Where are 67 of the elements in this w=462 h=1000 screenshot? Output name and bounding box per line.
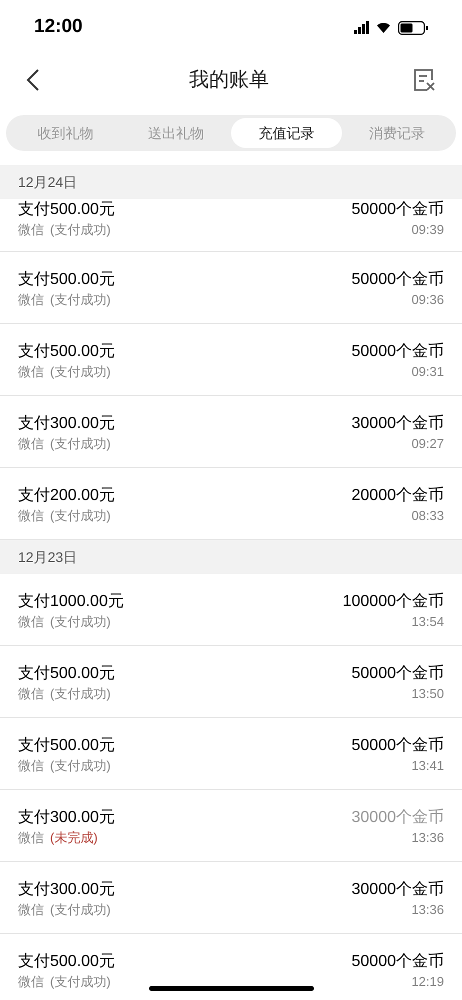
page-title: 我的账单: [189, 68, 269, 93]
payment-method: 微信: [18, 291, 44, 309]
date-header: 12月23日: [0, 540, 462, 574]
payment-amount: 支付200.00元: [18, 486, 115, 506]
payment-status: (支付成功): [50, 363, 111, 381]
coin-amount: 30000个金币: [352, 880, 444, 900]
payment-status: (支付成功): [50, 507, 111, 525]
payment-status: (支付成功): [50, 291, 111, 309]
payment-amount: 支付300.00元: [18, 414, 115, 434]
record-time: 13:36: [411, 901, 444, 919]
payment-method: 微信: [18, 507, 44, 525]
tab[interactable]: 消费记录: [342, 118, 452, 148]
record-time: 12:19: [411, 973, 444, 991]
payment-amount: 支付300.00元: [18, 880, 115, 900]
signal-icon: [354, 21, 369, 34]
record-time: 13:50: [411, 685, 444, 703]
payment-amount: 支付500.00元: [18, 270, 115, 290]
payment-amount: 支付1000.00元: [18, 592, 124, 612]
coin-amount: 100000个金币: [342, 592, 444, 612]
payment-amount: 支付500.00元: [18, 200, 115, 220]
payment-method: 微信: [18, 757, 44, 775]
status-time: 12:00: [34, 15, 83, 40]
coin-amount: 50000个金币: [352, 952, 444, 972]
payment-amount: 支付500.00元: [18, 664, 115, 684]
coin-amount: 50000个金币: [352, 200, 444, 220]
coin-amount: 50000个金币: [352, 270, 444, 290]
payment-status: (支付成功): [50, 685, 111, 703]
coin-amount: 50000个金币: [352, 736, 444, 756]
battery-icon: [398, 20, 428, 34]
coin-amount: 50000个金币: [352, 342, 444, 362]
payment-method: 微信: [18, 363, 44, 381]
coin-amount: 30000个金币: [352, 808, 444, 828]
payment-amount: 支付500.00元: [18, 342, 115, 362]
payment-method: 微信: [18, 973, 44, 991]
tab[interactable]: 收到礼物: [10, 118, 120, 148]
payment-amount: 支付500.00元: [18, 736, 115, 756]
date-header: 12月24日: [0, 165, 462, 199]
record-time: 09:27: [411, 435, 444, 453]
payment-status: (支付成功): [50, 757, 111, 775]
coin-amount: 20000个金币: [352, 486, 444, 506]
payment-status: (支付成功): [50, 221, 111, 239]
payment-method: 微信: [18, 435, 44, 453]
payment-method: 微信: [18, 901, 44, 919]
payment-amount: 支付500.00元: [18, 952, 115, 972]
payment-status: (支付成功): [50, 973, 111, 991]
wifi-icon: [377, 22, 390, 32]
payment-method: 微信: [18, 613, 44, 631]
payment-status: (支付成功): [50, 901, 111, 919]
coin-amount: 50000个金币: [352, 664, 444, 684]
record-time: 13:36: [411, 829, 444, 847]
record-time: 13:41: [411, 757, 444, 775]
clear-bill-icon[interactable]: [412, 67, 436, 93]
payment-method: 微信: [18, 829, 44, 847]
record-time: 09:36: [411, 291, 444, 309]
payment-status: (支付成功): [50, 613, 111, 631]
record-time: 09:31: [411, 363, 444, 381]
payment-amount: 支付300.00元: [18, 808, 115, 828]
tab[interactable]: 送出礼物: [120, 118, 231, 148]
record-time: 08:33: [411, 507, 444, 525]
payment-method: 微信: [18, 221, 44, 239]
payment-method: 微信: [18, 685, 44, 703]
payment-status: (支付成功): [50, 435, 111, 453]
record-time: 13:54: [411, 613, 444, 631]
record-time: 09:39: [411, 221, 444, 239]
coin-amount: 30000个金币: [352, 414, 444, 434]
payment-status: (未完成): [50, 829, 98, 847]
tab[interactable]: 充值记录: [231, 118, 342, 148]
